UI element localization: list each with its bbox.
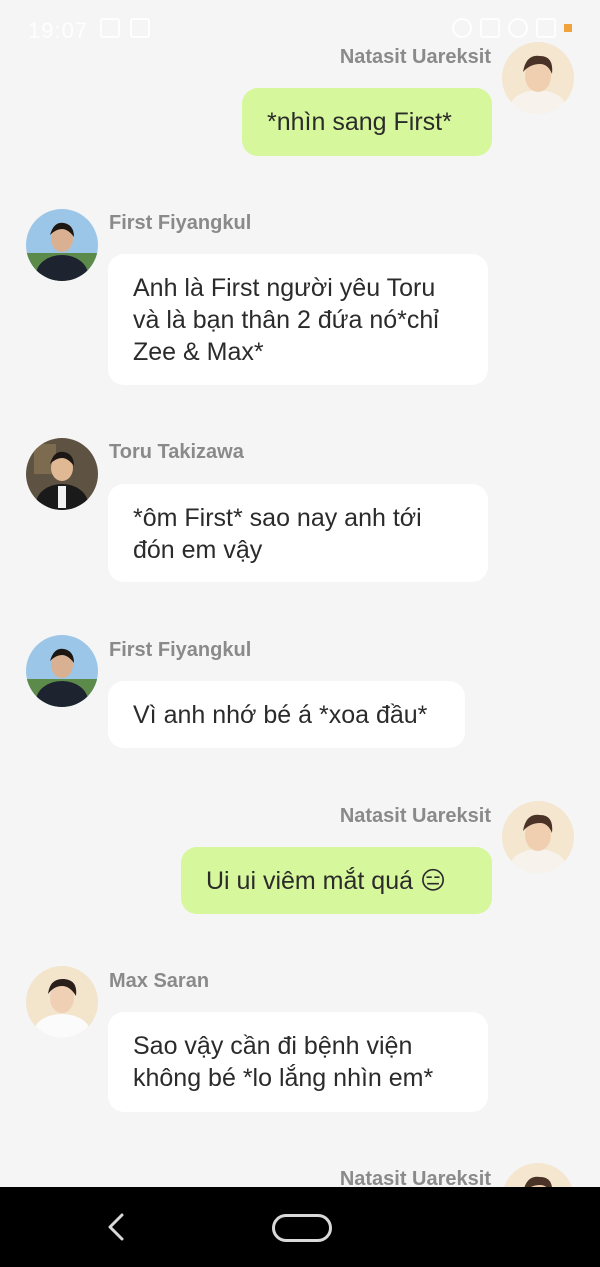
back-arrow-icon[interactable] [104,1213,130,1241]
chat-area[interactable]: Natasit Uareksit *nhìn sang First* First… [0,0,600,1187]
wifi-icon [508,18,528,38]
status-bar: 19:07 [0,0,600,60]
avatar-natasit[interactable] [502,801,574,873]
image-icon [130,18,150,38]
alarm-icon [452,18,472,38]
notification-icon [100,18,120,38]
message-bubble[interactable]: Sao vậy cần đi bệnh viện không bé *lo lắ… [108,1012,488,1112]
sender-name: First Fiyangkul [109,212,252,234]
message-bubble[interactable]: Vì anh nhớ bé á *xoa đầu* [108,681,465,748]
sender-name: Toru Takizawa [109,441,244,463]
sender-name: Natasit Uareksit [339,805,491,827]
battery-icon [564,24,572,32]
vibrate-icon [480,18,500,38]
message-bubble[interactable]: *ôm First* sao nay anh tới đón em vậy [108,484,488,582]
sender-name: Max Saran [109,970,210,992]
avatar-toru[interactable] [26,438,98,510]
avatar-first[interactable] [26,635,98,707]
avatar-first[interactable] [26,209,98,281]
message-bubble[interactable]: *nhìn sang First* [242,88,492,156]
message-bubble[interactable]: Ui ui viêm mắt quá 😑 [181,847,492,914]
sender-name: Natasit Uareksit [339,1168,491,1187]
avatar-max[interactable] [26,966,98,1038]
navigation-bar [0,1187,600,1267]
status-time: 19:07 [28,18,89,43]
message-bubble[interactable]: Anh là First người yêu Toru và là bạn th… [108,254,488,385]
home-pill-icon[interactable] [272,1214,332,1242]
sender-name: First Fiyangkul [109,639,252,661]
avatar-natasit[interactable] [502,1163,574,1187]
signal-icon [536,18,556,38]
